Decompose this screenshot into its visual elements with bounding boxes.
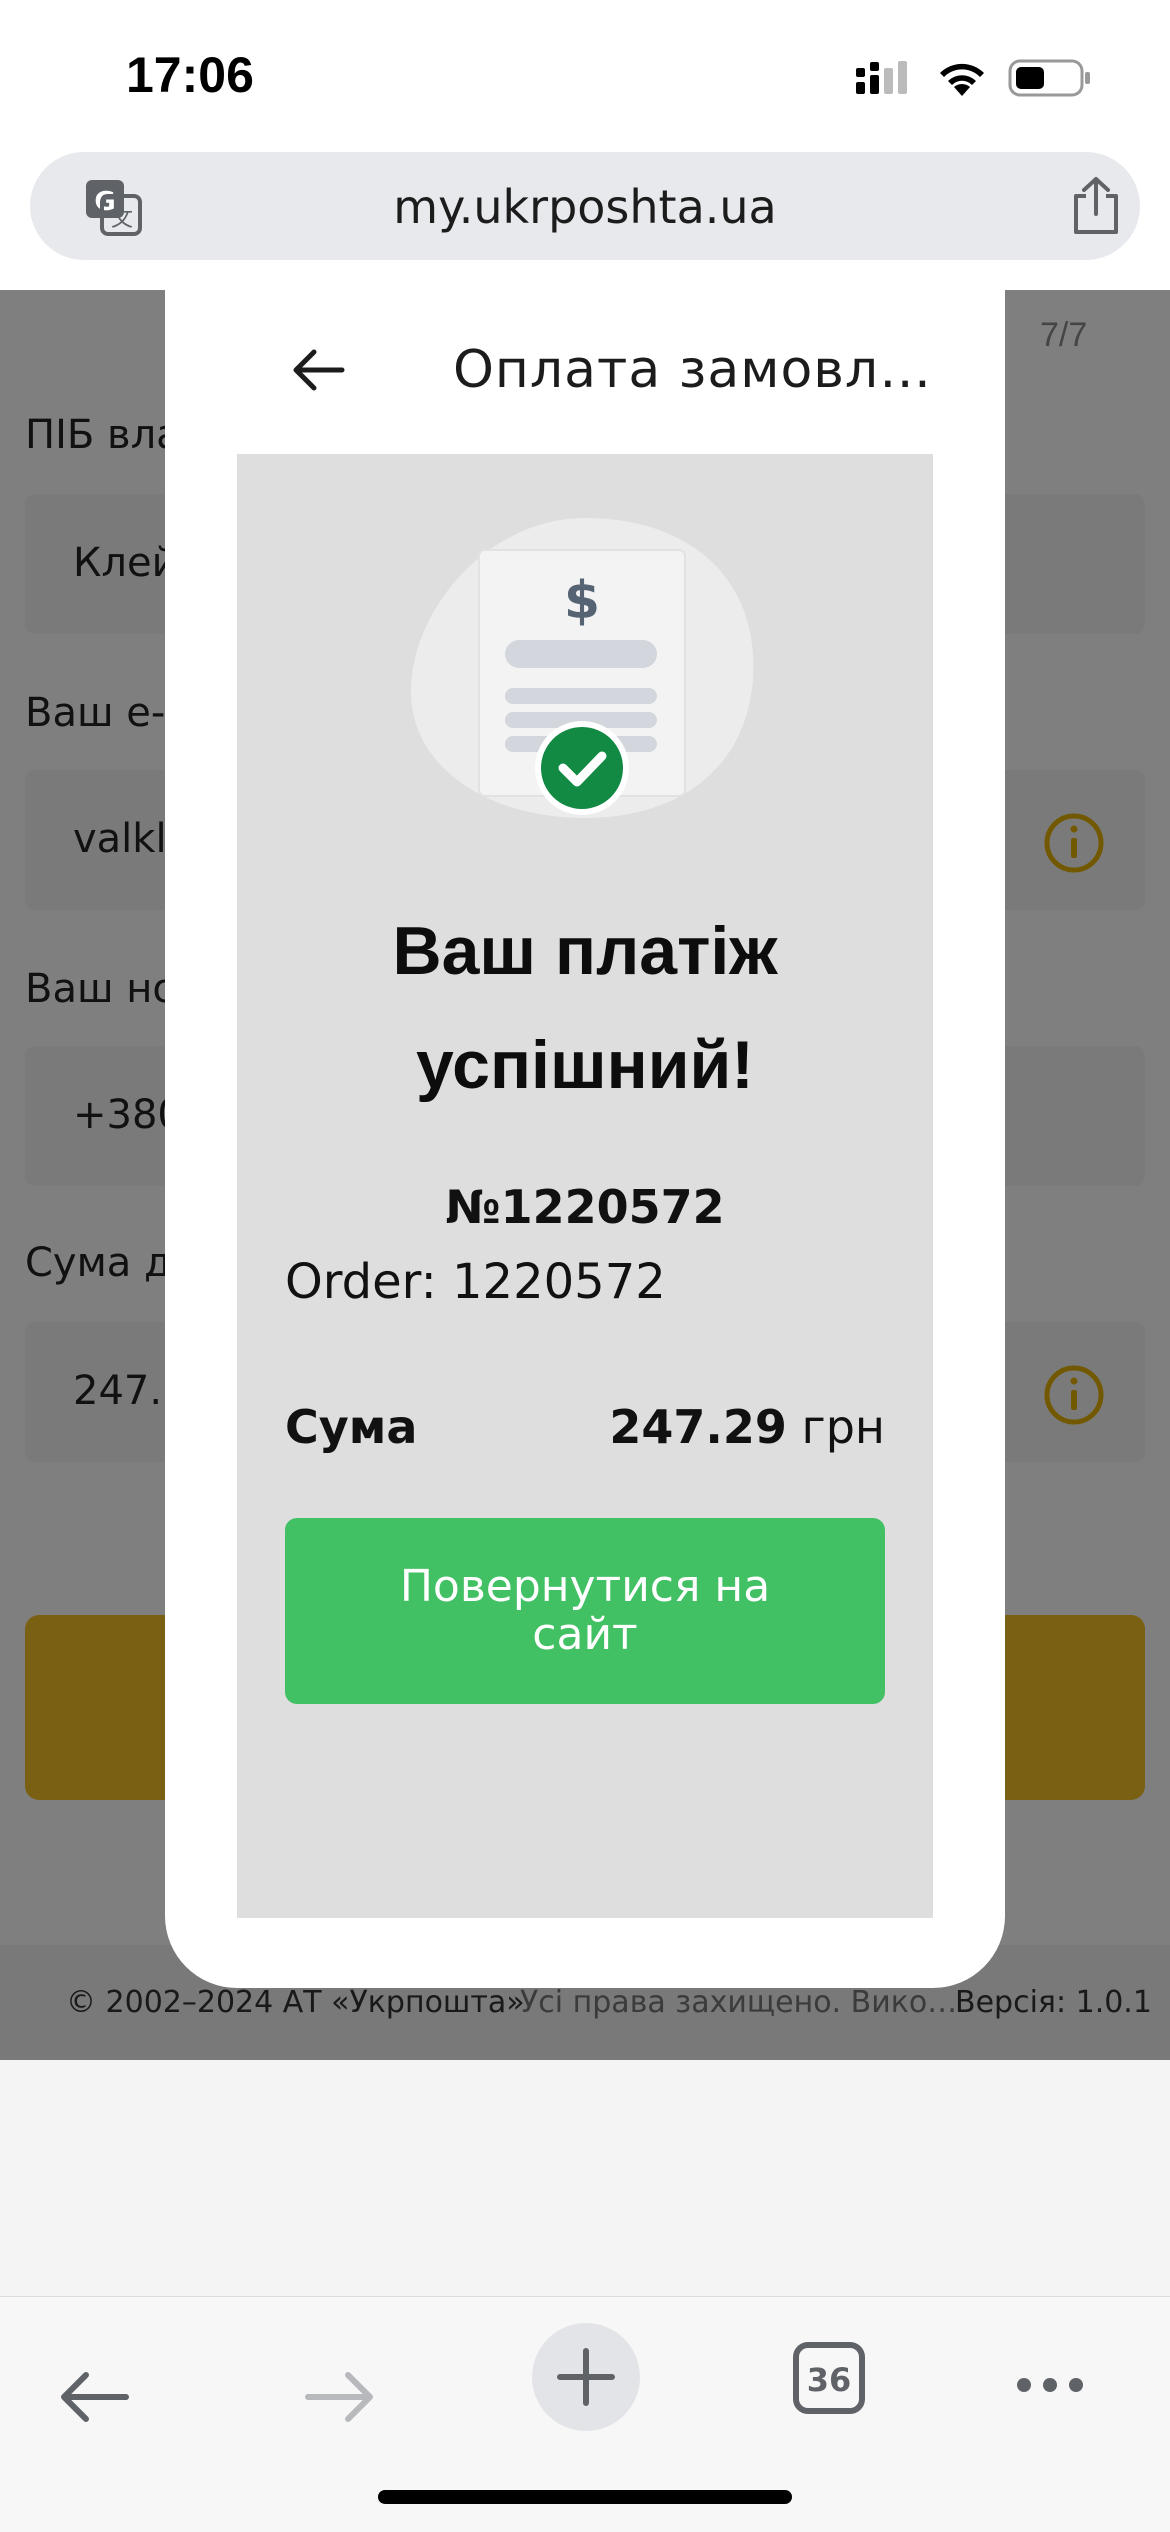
status-bar: 17:06 xyxy=(0,0,1170,148)
success-title: Ваш платіж успішний! xyxy=(392,913,778,1103)
order-line: Order: 1220572 xyxy=(285,1254,666,1310)
tabs-button[interactable]: 36 xyxy=(792,2341,866,2415)
sum-amount-row: 247.29 грн xyxy=(609,1400,885,1454)
url-text[interactable]: my.ukrposhta.ua xyxy=(30,180,1140,234)
return-to-site-button[interactable]: Повернутися на сайт xyxy=(285,1518,885,1704)
new-tab-button[interactable] xyxy=(532,2323,640,2431)
sum-label: Сума xyxy=(285,1400,418,1454)
home-indicator xyxy=(378,2490,792,2504)
payment-modal: Оплата замовл… $ Ваш платіж успішний! №1… xyxy=(165,290,1005,1988)
sum-currency: грн xyxy=(801,1400,885,1454)
battery-icon xyxy=(1008,59,1090,97)
cellular-signal-icon xyxy=(856,61,907,94)
status-time: 17:06 xyxy=(126,47,254,103)
svg-text:$: $ xyxy=(564,571,600,631)
order-number: №1220572 xyxy=(445,1180,725,1234)
arrow-left-icon[interactable] xyxy=(290,340,350,400)
invoice-icon: $ xyxy=(410,518,754,818)
arrow-right-icon[interactable] xyxy=(304,2367,376,2427)
more-icon[interactable] xyxy=(1014,2375,1086,2395)
tab-count: 36 xyxy=(806,2361,852,2399)
share-icon[interactable] xyxy=(1070,176,1122,236)
arrow-left-icon[interactable] xyxy=(58,2367,130,2427)
wifi-icon xyxy=(940,63,984,96)
check-icon xyxy=(535,721,629,815)
browser-address-area: G 文 my.ukrposhta.ua xyxy=(0,148,1170,290)
modal-title: Оплата замовл… xyxy=(453,340,933,400)
plus-icon xyxy=(557,2348,615,2406)
address-bar[interactable]: G 文 my.ukrposhta.ua xyxy=(30,152,1140,260)
payment-result-card: $ Ваш платіж успішний! №1220572 Order: 1… xyxy=(237,454,933,1918)
sum-amount: 247.29 xyxy=(609,1400,787,1454)
